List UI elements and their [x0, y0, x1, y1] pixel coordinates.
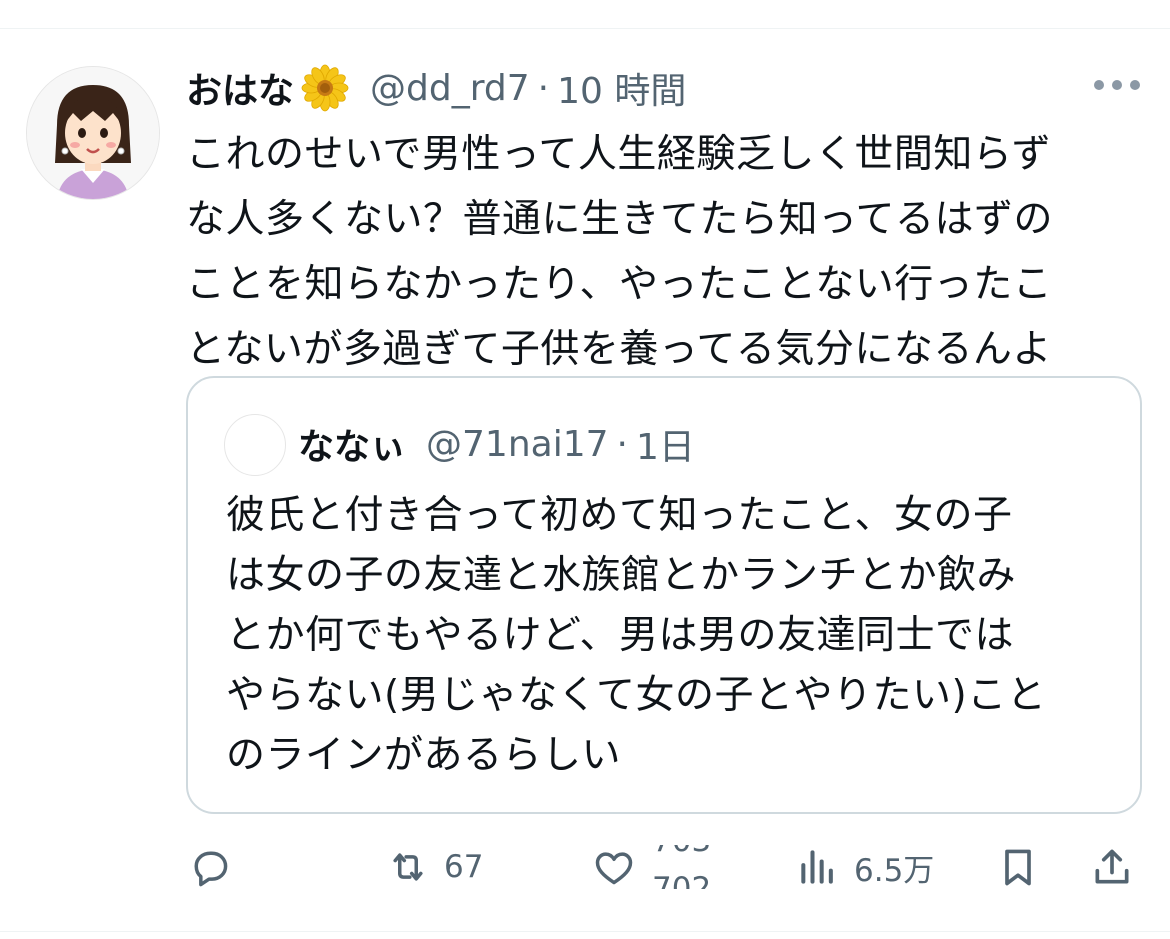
quoted-user-handle: @71nai17 — [426, 423, 609, 465]
action-bar: 67 703 702 6.5万 — [0, 832, 1170, 902]
bookmark-button[interactable] — [996, 842, 1040, 892]
separator-dot: · — [537, 67, 550, 109]
share-button[interactable] — [1090, 842, 1134, 892]
quoted-tweet-text: 彼氏と付き合って初めて知ったこと、女の子 は女の子の友達と水族館とかランチとか飲… — [226, 486, 1106, 786]
tweet-header: おはな @dd_rd7 · 10 時間 — [186, 60, 686, 116]
quoted-text-line: 彼氏と付き合って初めて知ったこと、女の子 — [226, 493, 1013, 538]
user-avatar[interactable] — [26, 66, 160, 200]
bookmark-icon — [1005, 849, 1031, 886]
display-name[interactable]: おはな — [186, 62, 294, 114]
quoted-tweet-card[interactable]: ななぃ @71nai17 · 1日 彼氏と付き合って初めて知ったこと、女の子 は… — [186, 376, 1142, 814]
tweet-text: これのせいで男性って人生経験乏しく世間知らず な人多くない？普通に生きてたら知っ… — [186, 122, 1126, 382]
quoted-tweet-timestamp: 1日 — [635, 427, 695, 468]
quoted-text-line: やらない(男じゃなくて女の子とやりたい)こと — [226, 673, 1047, 718]
flower-emoji-icon — [301, 64, 349, 112]
quoted-text-line: のラインがあるらしい — [226, 733, 622, 778]
tweet-text-line: な人多くない？普通に生きてたら知ってるはずの — [186, 197, 1054, 242]
more-options-icon[interactable] — [1094, 70, 1140, 100]
views-icon — [801, 850, 833, 884]
retweet-count: 67 — [444, 849, 484, 885]
avatar-illustration — [27, 67, 159, 199]
views-button[interactable]: 6.5万 — [796, 842, 934, 892]
share-icon — [1095, 849, 1129, 884]
top-divider — [0, 28, 1170, 29]
tweet-timestamp[interactable]: 10 時間 — [557, 62, 686, 114]
reply-button[interactable] — [188, 842, 232, 892]
quoted-user-avatar[interactable] — [224, 414, 286, 476]
bottom-divider — [0, 931, 1170, 932]
like-count-incoming: 702 — [652, 871, 712, 889]
like-count-outgoing: 703 — [652, 845, 711, 859]
tweet-text-line: ことを知らなかったり、やったことない行ったこ — [186, 262, 1053, 307]
quoted-display-name: ななぃ — [298, 427, 407, 468]
tweet-text-line: これのせいで男性って人生経験乏しく世間知らず — [186, 132, 1052, 177]
tweet-text-line: とないが多過ぎて子供を養ってる気分になるんよ — [186, 327, 1052, 372]
like-count: 703 702 — [648, 845, 718, 889]
user-handle[interactable]: @dd_rd7 — [370, 68, 530, 109]
like-button[interactable]: 703 702 — [592, 842, 718, 892]
separator-dot: · — [616, 423, 628, 465]
heart-icon — [595, 852, 633, 885]
quoted-tweet-header: ななぃ @71nai17 · 1日 — [298, 418, 695, 470]
retweet-button[interactable]: 67 — [386, 842, 483, 892]
reply-icon — [194, 851, 228, 887]
quoted-text-line: は女の子の友達と水族館とかランチとか飲み — [226, 553, 1017, 598]
quoted-text-line: とか何でもやるけど、男は男の友達同士では — [226, 613, 1015, 658]
retweet-icon — [393, 853, 423, 881]
views-count: 6.5万 — [854, 852, 935, 889]
